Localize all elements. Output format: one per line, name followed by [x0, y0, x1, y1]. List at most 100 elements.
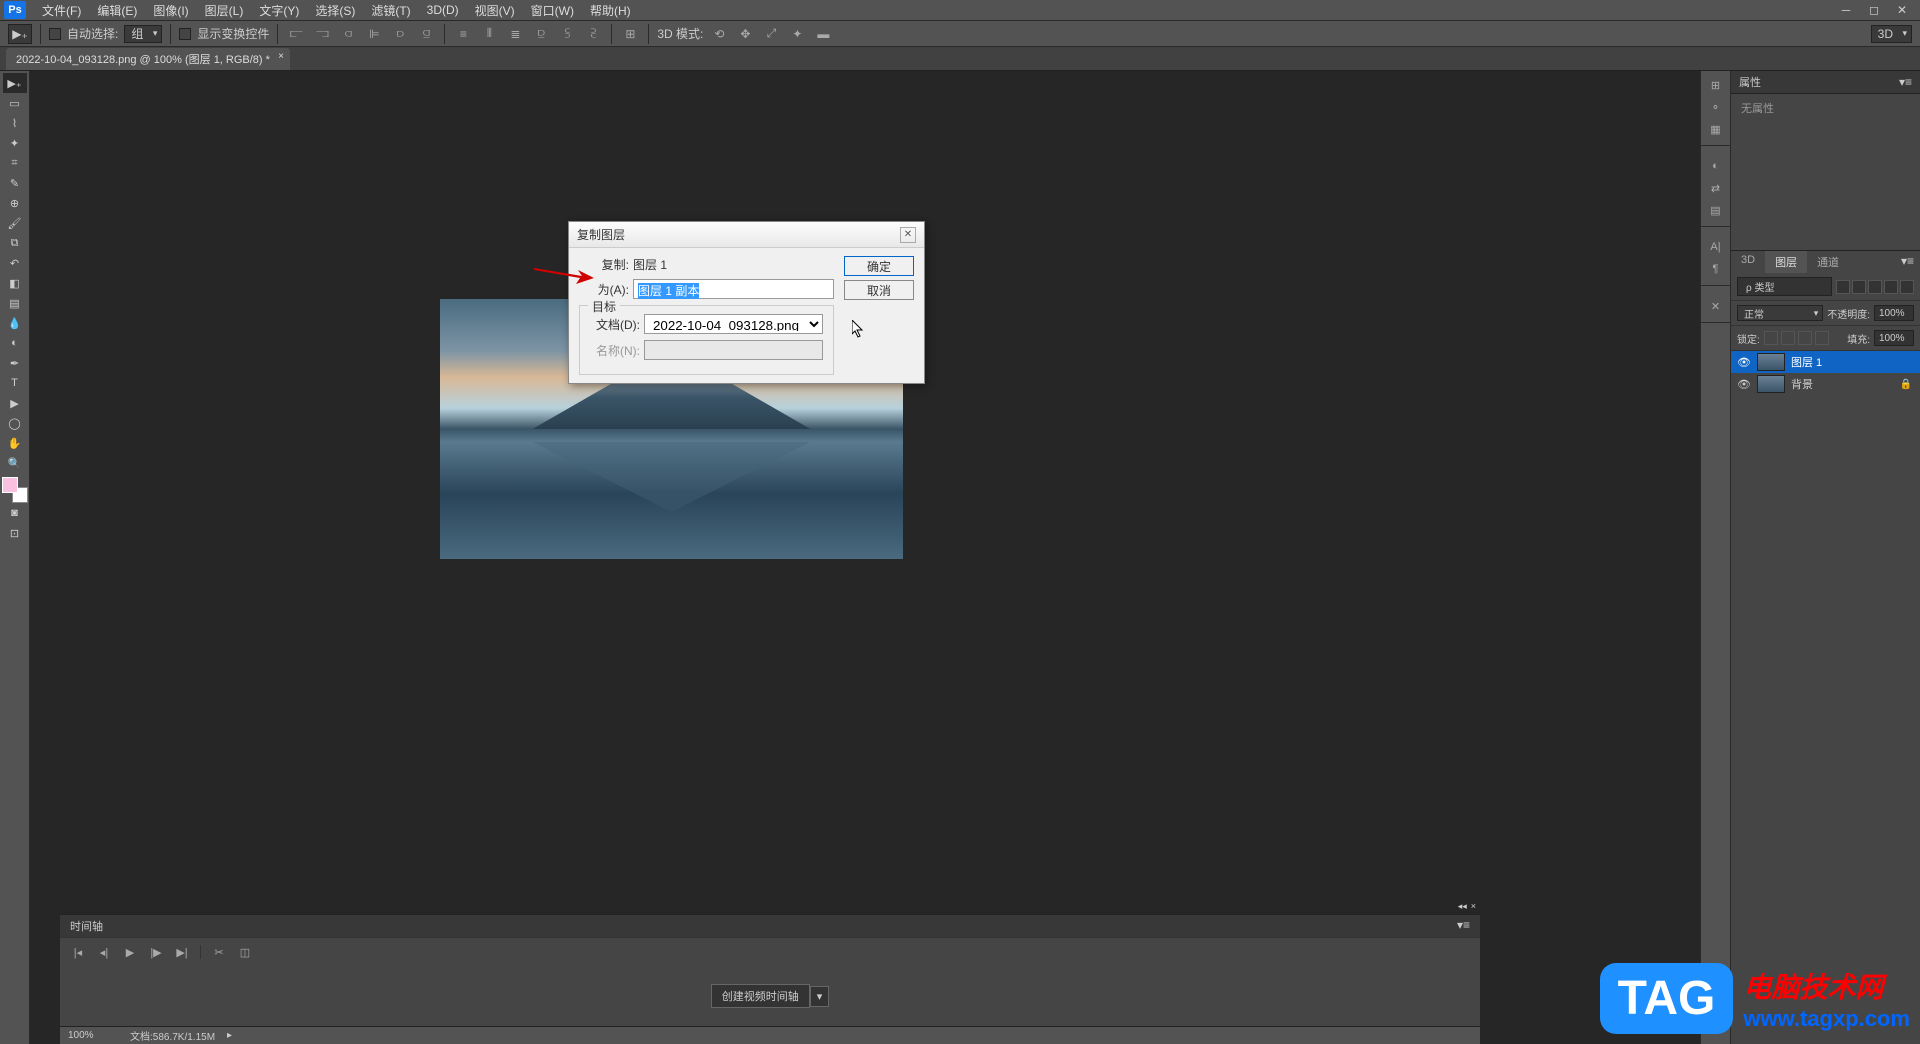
menu-select[interactable]: 选择(S): [307, 0, 363, 21]
timeline-menu-icon[interactable]: ▾≡: [1457, 918, 1470, 934]
menu-view[interactable]: 视图(V): [467, 0, 523, 21]
menu-edit[interactable]: 编辑(E): [89, 0, 145, 21]
workspace-dropdown[interactable]: 3D: [1871, 25, 1912, 43]
dialog-ok-button[interactable]: 确定: [844, 256, 914, 276]
create-timeline-dropdown[interactable]: ▾: [810, 986, 830, 1007]
character-icon[interactable]: A|: [1706, 237, 1726, 257]
create-video-timeline-button[interactable]: 创建视频时间轴: [711, 984, 810, 1008]
menu-file[interactable]: 文件(F): [34, 0, 89, 21]
distribute-icon-3[interactable]: ≣: [505, 25, 525, 43]
menu-filter[interactable]: 滤镜(T): [363, 0, 418, 21]
fill-value[interactable]: 100%: [1874, 330, 1914, 346]
screen-mode-tool[interactable]: ⊡: [3, 523, 27, 543]
menu-help[interactable]: 帮助(H): [582, 0, 639, 21]
distribute-icon-1[interactable]: ≡: [453, 25, 473, 43]
canvas-area[interactable]: ◂◂ × 时间轴 ▾≡ |◂ ◂| ▶ |▶ ▶| ✂ ◫ 创建视频时间轴: [30, 71, 1700, 1044]
tab-layers[interactable]: 图层: [1765, 251, 1807, 273]
distribute-icon-5[interactable]: ⫓: [557, 25, 577, 43]
3d-icon-2[interactable]: ✥: [735, 25, 755, 43]
history-brush-tool[interactable]: ↶: [3, 253, 27, 273]
shape-tool[interactable]: ◯: [3, 413, 27, 433]
type-tool[interactable]: T: [3, 373, 27, 393]
presets-icon[interactable]: ✕: [1706, 296, 1726, 316]
eye-icon[interactable]: 👁: [1735, 353, 1753, 371]
timeline-transition-icon[interactable]: ◫: [237, 944, 253, 960]
align-icon-3[interactable]: ⫏: [338, 25, 358, 43]
properties-menu-icon[interactable]: ▾≡: [1899, 75, 1912, 89]
filter-smart-icon[interactable]: [1900, 280, 1914, 294]
history-icon[interactable]: ⊞: [1706, 75, 1726, 95]
eraser-tool[interactable]: ◧: [3, 273, 27, 293]
filter-pixel-icon[interactable]: [1836, 280, 1850, 294]
document-tab[interactable]: 2022-10-04_093128.png @ 100% (图层 1, RGB/…: [6, 48, 290, 70]
3d-icon-1[interactable]: ⟲: [709, 25, 729, 43]
distribute-icon-2[interactable]: ⦀: [479, 25, 499, 43]
gradient-tool[interactable]: ▤: [3, 293, 27, 313]
layers-menu-icon[interactable]: ▾≡: [1895, 251, 1920, 273]
3d-icon-5[interactable]: ▬: [813, 25, 833, 43]
lock-position-icon[interactable]: [1781, 331, 1795, 345]
doc-info-arrow[interactable]: ▸: [227, 1030, 232, 1041]
arrange-icon[interactable]: ⊞: [620, 25, 640, 43]
panel-close-icon[interactable]: ×: [1471, 901, 1476, 912]
menu-type[interactable]: 文字(Y): [251, 0, 307, 21]
minimize-button[interactable]: ─: [1832, 1, 1860, 19]
color-swatches[interactable]: [2, 477, 28, 503]
lock-artboard-icon[interactable]: [1815, 331, 1829, 345]
menu-image[interactable]: 图像(I): [145, 0, 196, 21]
swatches-icon[interactable]: ⚬: [1706, 97, 1726, 117]
align-icon-4[interactable]: ⊫: [364, 25, 384, 43]
dialog-close-button[interactable]: ✕: [900, 227, 916, 243]
zoom-value[interactable]: 100%: [68, 1030, 118, 1041]
dodge-tool[interactable]: ◐: [3, 333, 27, 353]
align-icon-6[interactable]: ⫑: [416, 25, 436, 43]
maximize-button[interactable]: ◻: [1860, 1, 1888, 19]
eyedropper-tool[interactable]: ✎: [3, 173, 27, 193]
path-selection-tool[interactable]: ▶: [3, 393, 27, 413]
panel-collapse-icon[interactable]: ◂◂: [1458, 901, 1467, 912]
adjustments-icon[interactable]: ◐: [1706, 156, 1726, 176]
menu-window[interactable]: 窗口(W): [523, 0, 582, 21]
doc-select[interactable]: 2022-10-04_093128.png: [644, 314, 823, 334]
paragraph-icon[interactable]: ¶: [1706, 259, 1726, 279]
lock-pixels-icon[interactable]: [1764, 331, 1778, 345]
layer-row-background[interactable]: 👁 背景 🔒: [1731, 373, 1920, 395]
timeline-next-frame[interactable]: |▶: [148, 944, 164, 960]
stamp-tool[interactable]: ⧉: [3, 233, 27, 253]
brush-tool[interactable]: 🖌: [3, 213, 27, 233]
filter-adjustment-icon[interactable]: [1852, 280, 1866, 294]
auto-select-checkbox[interactable]: [49, 28, 61, 40]
dialog-cancel-button[interactable]: 取消: [844, 280, 914, 300]
healing-tool[interactable]: ⊕: [3, 193, 27, 213]
layers-icon-rail[interactable]: ⇄: [1706, 178, 1726, 198]
close-button[interactable]: ✕: [1888, 1, 1916, 19]
quick-mask-tool[interactable]: ◙: [3, 503, 27, 523]
marquee-tool[interactable]: ▭: [3, 93, 27, 113]
opacity-value[interactable]: 100%: [1874, 305, 1914, 321]
timeline-last-frame[interactable]: ▶|: [174, 944, 190, 960]
tab-channels[interactable]: 通道: [1807, 251, 1849, 273]
as-input[interactable]: 图层 1 副本: [633, 279, 834, 299]
zoom-tool[interactable]: 🔍: [3, 453, 27, 473]
crop-tool[interactable]: ⌗: [3, 153, 27, 173]
menu-3d[interactable]: 3D(D): [419, 1, 467, 19]
menu-layer[interactable]: 图层(L): [197, 0, 252, 21]
document-tab-close[interactable]: ×: [278, 51, 284, 62]
timeline-first-frame[interactable]: |◂: [70, 944, 86, 960]
timeline-play[interactable]: ▶: [122, 944, 138, 960]
distribute-icon-6[interactable]: ⫔: [583, 25, 603, 43]
tab-3d[interactable]: 3D: [1731, 251, 1765, 273]
filter-type-icon[interactable]: [1868, 280, 1882, 294]
layer-row-1[interactable]: 👁 图层 1: [1731, 351, 1920, 373]
blend-mode-dropdown[interactable]: 正常: [1737, 305, 1823, 321]
magic-wand-tool[interactable]: ✦: [3, 133, 27, 153]
move-tool[interactable]: ▶₊: [3, 73, 27, 93]
align-icon-2[interactable]: ⫎: [312, 25, 332, 43]
filter-shape-icon[interactable]: [1884, 280, 1898, 294]
distribute-icon-4[interactable]: ⫒: [531, 25, 551, 43]
timeline-scissors-icon[interactable]: ✂: [211, 944, 227, 960]
align-icon-5[interactable]: ⫐: [390, 25, 410, 43]
align-icon-1[interactable]: ⫍: [286, 25, 306, 43]
dialog-title-bar[interactable]: 复制图层 ✕: [569, 222, 924, 248]
foreground-color[interactable]: [2, 477, 18, 493]
